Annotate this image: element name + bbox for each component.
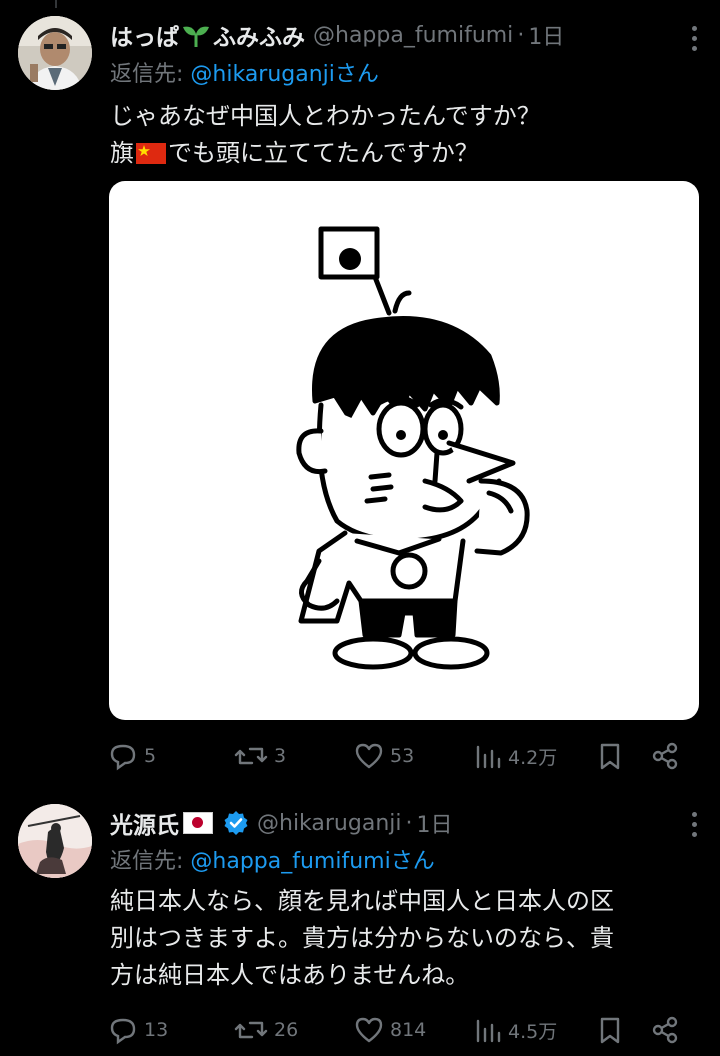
reply-mention[interactable]: @hikaruganjiさん <box>190 62 379 87</box>
handle[interactable]: @happa_fumifumi <box>313 23 513 48</box>
share-button[interactable] <box>650 736 680 776</box>
bookmark-button[interactable] <box>596 1010 624 1050</box>
repost-icon <box>234 747 268 765</box>
tweet-text: じゃあなぜ中国人とわかったんですか？ 旗でも頭に立ててたんですか？ <box>110 102 541 167</box>
reply-icon <box>110 744 136 771</box>
more-icon[interactable] <box>690 26 698 51</box>
tweet-actions: 13 26 814 4.5万 <box>108 1010 688 1050</box>
avatar-happa[interactable] <box>18 16 92 90</box>
repost-icon <box>234 1021 268 1039</box>
reply-button[interactable]: 13 <box>108 1010 168 1050</box>
japan-flag-icon <box>183 812 213 834</box>
share-button[interactable] <box>650 1010 680 1050</box>
verified-badge-icon <box>223 810 249 836</box>
like-count: 53 <box>390 745 415 767</box>
reply-mention[interactable]: @happa_fumifumiさん <box>190 849 434 874</box>
timestamp[interactable]: 1日 <box>417 807 453 839</box>
repost-button[interactable]: 26 <box>234 1010 298 1050</box>
handle[interactable]: @hikaruganji <box>257 811 402 836</box>
thread-line <box>55 0 57 8</box>
view-count: 4.5万 <box>508 1020 558 1043</box>
tweet-image[interactable] <box>109 181 699 720</box>
display-name[interactable]: はっぱ ふみふみ <box>110 18 305 52</box>
timestamp[interactable]: 1日 <box>528 19 564 51</box>
views-icon <box>476 1019 501 1043</box>
reply-button[interactable]: 5 <box>108 736 156 776</box>
repost-count: 26 <box>274 1019 299 1041</box>
repost-button[interactable]: 3 <box>234 736 286 776</box>
reply-context: 返信先: @happa_fumifumiさん <box>110 849 435 874</box>
tweet-text: 純日本人なら、顔を見れば中国人と日本人の区 別はつきますよ。貴方は分からないのな… <box>110 887 614 989</box>
display-name[interactable]: 光源氏 <box>110 806 213 840</box>
reply-icon <box>110 1018 136 1045</box>
reply-count: 5 <box>144 745 157 767</box>
views-button[interactable]: 4.5万 <box>474 1010 557 1050</box>
separator-dot: · <box>405 810 413 836</box>
views-button[interactable]: 4.2万 <box>474 736 557 776</box>
sprout-emoji-icon <box>183 26 209 47</box>
tweet-actions: 5 3 53 4.2万 <box>108 736 688 776</box>
china-flag-icon <box>136 143 166 164</box>
more-icon[interactable] <box>690 812 698 837</box>
reply-context: 返信先: @hikaruganjiさん <box>110 62 379 87</box>
tweet-header: はっぱ ふみふみ @happa_fumifumi · 1日 <box>110 15 564 55</box>
like-icon <box>355 743 383 769</box>
share-icon <box>652 742 678 770</box>
like-count: 814 <box>390 1019 427 1041</box>
share-icon <box>652 1016 678 1044</box>
cartoon-boy-with-flag-image <box>296 226 530 670</box>
bookmark-icon <box>600 1017 620 1044</box>
like-button[interactable]: 814 <box>354 1010 426 1050</box>
tweet-header: 光源氏 @hikaruganji · 1日 <box>110 803 453 843</box>
separator-dot: · <box>517 22 525 48</box>
view-count: 4.2万 <box>508 746 558 769</box>
repost-count: 3 <box>274 745 287 767</box>
bookmark-button[interactable] <box>596 736 624 776</box>
reply-count: 13 <box>144 1019 169 1041</box>
avatar-hikaruganji[interactable] <box>18 804 92 878</box>
bookmark-icon <box>600 743 620 770</box>
views-icon <box>476 745 501 769</box>
like-icon <box>355 1017 383 1043</box>
like-button[interactable]: 53 <box>354 736 414 776</box>
